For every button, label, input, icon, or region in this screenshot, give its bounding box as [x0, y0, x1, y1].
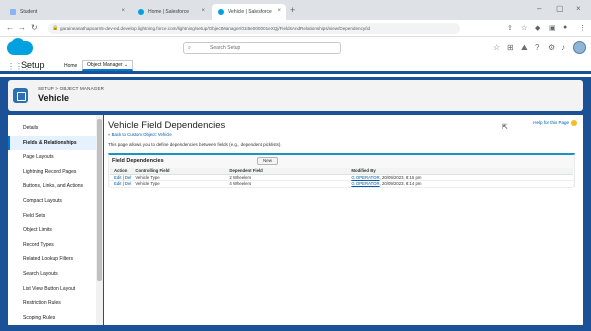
- dependencies-table: Action Controlling Field Dependent Field…: [110, 168, 573, 188]
- close-icon[interactable]: ×: [121, 8, 125, 14]
- salesforce-icon: [138, 9, 144, 15]
- sidebar-item[interactable]: Fields & Relationships: [8, 135, 102, 151]
- search-input[interactable]: ⌕ Search Setup: [183, 42, 341, 54]
- tab-home[interactable]: Home: [64, 63, 77, 69]
- global-header: ⌕ Search Setup ☆ ⊞ ⛰ ? ⚙ ♪: [0, 37, 591, 59]
- page-heading: Vehicle Field Dependencies: [108, 120, 226, 131]
- new-button[interactable]: New: [257, 157, 279, 165]
- page-title: Vehicle: [38, 93, 70, 103]
- url-field[interactable]: 🔒 garaineanathapoarn5-dev-ed.develop.lig…: [48, 23, 460, 34]
- back-icon[interactable]: ←: [6, 23, 14, 32]
- browser-tab-strip: Student × Home | Salesforce × Vehicle | …: [0, 0, 591, 20]
- salesforce-icon: [218, 9, 224, 15]
- url-text: garaineanathapoarn5-dev-ed.develop.light…: [60, 26, 371, 31]
- favorites-icon[interactable]: ☆: [493, 43, 500, 52]
- gear-icon[interactable]: ⚙: [548, 43, 555, 52]
- breadcrumb[interactable]: SETUP > OBJECT MANAGER: [38, 86, 104, 91]
- help-link-label[interactable]: Help for this Page: [533, 120, 569, 125]
- scrollbar-thumb[interactable]: [97, 119, 102, 281]
- sidebar-item[interactable]: Search Layouts: [8, 267, 102, 282]
- reload-icon[interactable]: ↻: [31, 23, 38, 32]
- sidebar-item[interactable]: Scoping Rules: [8, 311, 102, 326]
- object-header: SETUP > OBJECT MANAGER Vehicle: [8, 80, 583, 111]
- tab-label: Student: [20, 9, 38, 15]
- object-sidebar: Details Fields & Relationships Page Layout…: [8, 115, 103, 325]
- action-cell: Edit | Del: [110, 180, 132, 188]
- section-title: Field Dependencies: [112, 158, 164, 164]
- sidebar-item[interactable]: Record Types: [8, 238, 102, 253]
- tab-object-manager[interactable]: Object Manager ⌄: [82, 60, 134, 71]
- user-link[interactable]: G OPERATOR: [351, 181, 379, 186]
- delete-link[interactable]: Del: [125, 181, 131, 186]
- avatar[interactable]: [573, 41, 586, 54]
- address-bar: ← → ↻ 🔒 garaineanathapoarn5-dev-ed.devel…: [0, 20, 591, 37]
- new-tab-button[interactable]: +: [290, 5, 295, 15]
- edit-link[interactable]: Edit: [114, 181, 121, 186]
- browser-tab-home[interactable]: Home | Salesforce ×: [132, 4, 210, 20]
- close-icon[interactable]: ×: [277, 8, 281, 14]
- sidebar-scrollbar[interactable]: [96, 115, 103, 325]
- browser-tab-student[interactable]: Student ×: [4, 4, 130, 20]
- forward-icon[interactable]: →: [18, 23, 26, 32]
- sidebar-item[interactable]: Restriction Rules: [8, 296, 102, 311]
- action-cell: Edit | Del: [110, 174, 132, 181]
- trailhead-icon[interactable]: ⛰: [521, 43, 528, 53]
- table-row: Edit | Del Vehicle Type 4 Wheelers G OPERAT…: [110, 180, 573, 188]
- user-link[interactable]: G OPERATOR: [351, 175, 379, 180]
- setup-nav: ⋮⋮⋮ Setup Home Object Manager ⌄: [0, 59, 591, 74]
- extension-icon[interactable]: ◆: [535, 24, 540, 32]
- modified-date: , 20/09/2023, 8:14 pm: [379, 181, 422, 187]
- close-icon[interactable]: ×: [201, 8, 205, 14]
- sidebar-item[interactable]: Lightning Record Pages: [8, 165, 102, 180]
- delete-link[interactable]: Del: [125, 175, 131, 180]
- browser-tab-vehicle[interactable]: Vehicle | Salesforce ×: [212, 4, 286, 20]
- tab-label: Object Manager: [87, 62, 123, 68]
- modified-date: , 20/09/2023, 8:15 pm: [379, 174, 422, 180]
- modified-by-cell: G OPERATOR, 20/09/2023, 8:14 pm: [347, 180, 573, 188]
- sidebar-item[interactable]: Object Limits: [8, 223, 102, 238]
- share-icon[interactable]: ⇪: [507, 24, 513, 32]
- search-placeholder: Search Setup: [210, 45, 241, 51]
- sidebar-item[interactable]: Related Lookup Filters: [8, 252, 102, 267]
- maximize-icon[interactable]: ▢: [556, 4, 564, 13]
- tab-label: Home | Salesforce: [148, 9, 190, 15]
- content-frame: Vehicle Field Dependencies « Back to Cus…: [104, 115, 583, 325]
- mouse-cursor-icon: ⇱: [502, 124, 508, 131]
- minimize-icon[interactable]: –: [537, 4, 541, 13]
- table-body: Edit | Del Vehicle Type 2 Wheelers G OPERAT…: [110, 174, 573, 188]
- sidebar-item[interactable]: Details: [8, 121, 102, 136]
- profile-icon[interactable]: ●: [563, 24, 567, 31]
- help-icon[interactable]: ?: [535, 43, 539, 52]
- app-title: Setup: [21, 60, 45, 70]
- object-icon: [13, 88, 28, 103]
- tab-label: Vehicle | Salesforce: [228, 9, 272, 15]
- dependent-field-cell: 4 Wheelers: [225, 180, 348, 188]
- sidebar-item[interactable]: Field Sets: [8, 209, 102, 224]
- search-icon: ⌕: [188, 45, 191, 51]
- controlling-field-cell: Vehicle Type: [131, 180, 226, 188]
- close-window-icon[interactable]: ×: [576, 4, 581, 13]
- chevron-down-icon[interactable]: ⌄: [124, 62, 128, 68]
- add-icon[interactable]: ⊞: [507, 43, 514, 52]
- sidebar-item[interactable]: Compact Layouts: [8, 194, 102, 209]
- star-icon[interactable]: ☆: [521, 24, 527, 32]
- back-link[interactable]: « Back to Custom Object: Vehicle: [108, 132, 172, 137]
- page-description: This page allows you to define dependenc…: [108, 142, 282, 147]
- sidebar-list: Details Fields & Relationships Page Layout…: [8, 115, 102, 325]
- bell-icon[interactable]: ♪: [561, 43, 565, 52]
- salesforce-logo[interactable]: [7, 38, 33, 55]
- field-dependencies-section: Field Dependencies New Action Controllin…: [108, 153, 575, 188]
- sidebar-item[interactable]: List View Button Layout: [8, 282, 102, 297]
- menu-icon[interactable]: ⋮: [579, 24, 586, 32]
- sidebar-icon[interactable]: ▣: [549, 24, 556, 32]
- help-link[interactable]: Help for this Page: [533, 120, 577, 126]
- edit-link[interactable]: Edit: [114, 175, 121, 180]
- lock-icon: 🔒: [52, 25, 59, 31]
- help-icon[interactable]: [571, 120, 577, 126]
- sidebar-item[interactable]: Page Layouts: [8, 150, 102, 165]
- page-icon: [10, 9, 16, 15]
- sidebar-item[interactable]: Buttons, Links, and Actions: [8, 179, 102, 194]
